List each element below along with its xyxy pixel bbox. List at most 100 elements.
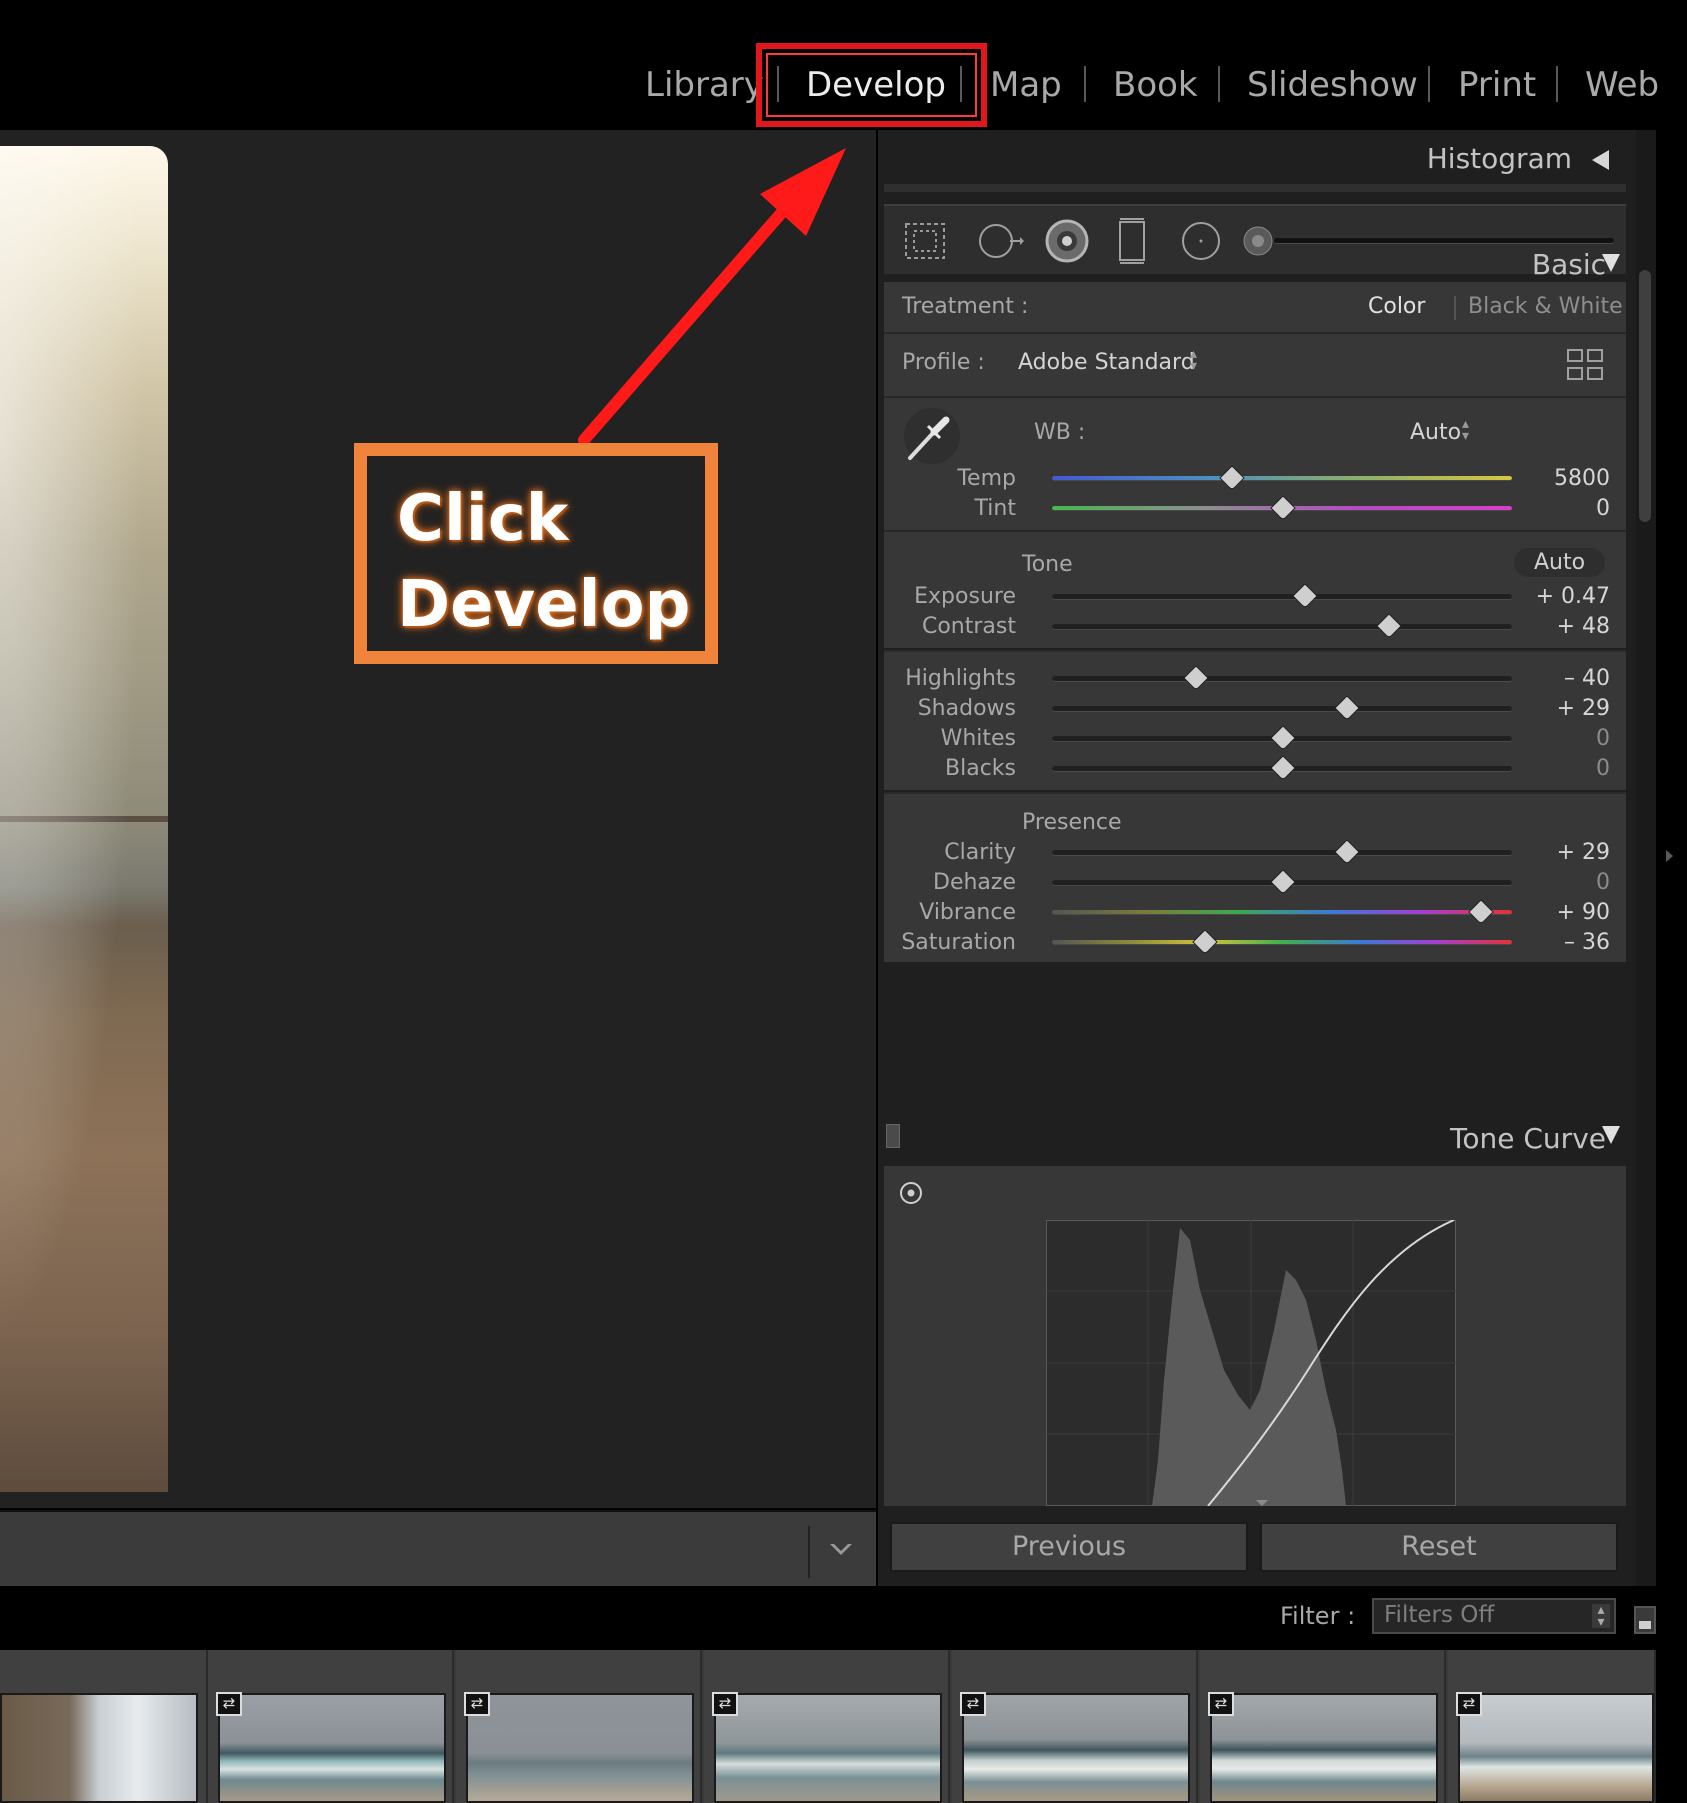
red-eye-icon[interactable] (1042, 216, 1092, 266)
saturation-value[interactable]: – 36 (1510, 930, 1610, 955)
saturation-slider[interactable] (1052, 940, 1512, 945)
highlights-slider[interactable] (1052, 676, 1512, 682)
histogram-header[interactable]: Histogram (1427, 142, 1572, 175)
highlights-slider-thumb[interactable] (1186, 666, 1204, 688)
filmstrip-thumbnail[interactable] (0, 1693, 198, 1803)
whites-slider[interactable] (1052, 736, 1512, 742)
temp-slider[interactable] (1052, 476, 1512, 481)
saturation-slider-thumb[interactable] (1195, 930, 1213, 952)
filter-select[interactable]: Filters Off ▴ ▾ (1372, 1598, 1616, 1634)
tint-slider[interactable] (1052, 506, 1512, 511)
filter-label: Filter : (1280, 1602, 1356, 1630)
filter-lock-switch[interactable] (1634, 1606, 1656, 1634)
filmstrip-thumbnail[interactable] (1458, 1693, 1654, 1803)
basic-expand-icon[interactable] (1602, 254, 1620, 272)
profile-browser-grid-icon[interactable] (1566, 348, 1606, 382)
filmstrip-thumbnail[interactable] (1210, 1693, 1438, 1803)
wb-label: WB : (1034, 420, 1086, 445)
filmstrip-cell[interactable]: ⇄ (952, 1650, 1198, 1803)
wb-select[interactable]: Auto (1410, 420, 1461, 445)
tone-curve-enable-switch[interactable] (886, 1124, 900, 1148)
radial-filter-icon[interactable] (1176, 216, 1226, 266)
filmstrip-cell[interactable]: ⇄ (456, 1650, 702, 1803)
treatment-bw-option[interactable]: Black & White (1468, 294, 1623, 319)
filmstrip-cell[interactable]: ⇄ (1448, 1650, 1656, 1803)
filmstrip-cell[interactable]: ⇄ (208, 1650, 454, 1803)
profile-stepper-icon[interactable]: ▴ ▾ (1190, 347, 1197, 373)
shadows-value[interactable]: + 29 (1510, 696, 1610, 721)
reset-button[interactable]: Reset (1260, 1522, 1618, 1572)
blacks-slider-thumb[interactable] (1273, 756, 1291, 778)
targeted-adjustment-icon[interactable] (898, 1180, 924, 1206)
filmstrip-thumbnail[interactable] (466, 1693, 694, 1803)
whites-value[interactable]: 0 (1510, 726, 1610, 751)
profile-select[interactable]: Adobe Standard (1018, 350, 1195, 375)
module-slideshow[interactable]: Slideshow (1247, 62, 1418, 108)
exposure-slider[interactable] (1052, 594, 1512, 600)
shadows-slider[interactable] (1052, 706, 1512, 712)
tint-value[interactable]: 0 (1510, 496, 1610, 521)
filmstrip-thumbnail[interactable] (962, 1693, 1190, 1803)
filmstrip-cell[interactable] (0, 1650, 208, 1803)
blacks-value[interactable]: 0 (1510, 756, 1610, 781)
exposure-label: Exposure (914, 584, 1016, 609)
brush-size-track[interactable] (1274, 238, 1614, 244)
contrast-slider[interactable] (1052, 624, 1512, 630)
filmstrip-thumbnail[interactable] (714, 1693, 942, 1803)
tone-curve-expand-icon[interactable] (1602, 1126, 1620, 1144)
clarity-value[interactable]: + 29 (1510, 840, 1610, 865)
whites-slider-thumb[interactable] (1273, 726, 1291, 748)
panel-resize-handle-icon[interactable] (1256, 1500, 1268, 1506)
temp-label: Temp (957, 466, 1016, 491)
exposure-value[interactable]: + 0.47 (1510, 584, 1610, 609)
dehaze-slider[interactable] (1052, 880, 1512, 886)
filmstrip-cell[interactable]: ⇄ (1200, 1650, 1446, 1803)
right-panel-toggle-icon[interactable] (1666, 850, 1673, 862)
crop-overlay-icon[interactable] (900, 216, 950, 266)
temp-slider-thumb[interactable] (1222, 466, 1240, 488)
shadows-slider-thumb[interactable] (1337, 696, 1355, 718)
wb-stepper-icon[interactable]: ▴ ▾ (1462, 417, 1469, 443)
temp-value[interactable]: 5800 (1510, 466, 1610, 491)
module-map[interactable]: Map (990, 62, 1062, 108)
toolbar-options-dropdown-icon[interactable] (828, 1534, 856, 1564)
spot-removal-icon[interactable] (974, 216, 1024, 266)
tone-auto-button[interactable]: Auto (1514, 548, 1606, 577)
canvas-toolbar (0, 1510, 876, 1586)
tone-detail-section: Highlights – 40 Shadows + 29 Whites 0 Bl… (884, 650, 1626, 790)
tone-curve-graph[interactable] (1046, 1220, 1456, 1506)
blacks-label: Blacks (945, 756, 1016, 781)
blacks-slider[interactable] (1052, 766, 1512, 772)
module-web[interactable]: Web (1585, 62, 1659, 108)
graduated-filter-icon[interactable] (1108, 216, 1158, 266)
module-library[interactable]: Library (645, 62, 764, 108)
filmstrip-thumbnail[interactable] (218, 1693, 446, 1803)
contrast-slider-thumb[interactable] (1379, 614, 1397, 636)
previous-button[interactable]: Previous (890, 1522, 1248, 1572)
wb-eyedropper-icon[interactable] (902, 406, 962, 466)
basic-header[interactable]: Basic (1532, 248, 1606, 281)
dehaze-value[interactable]: 0 (1510, 870, 1610, 895)
highlights-value[interactable]: – 40 (1510, 666, 1610, 691)
tint-label: Tint (974, 496, 1016, 521)
tone-curve-header[interactable]: Tone Curve (1450, 1122, 1606, 1155)
vibrance-slider[interactable] (1052, 910, 1512, 915)
module-print[interactable]: Print (1458, 62, 1536, 108)
tone-section: Tone Auto Exposure + 0.47 Contrast + 48 (884, 532, 1626, 648)
dehaze-slider-thumb[interactable] (1273, 870, 1291, 892)
histogram-collapsed-bar (884, 184, 1626, 192)
contrast-value[interactable]: + 48 (1510, 614, 1610, 639)
vibrance-slider-thumb[interactable] (1471, 900, 1489, 922)
exposure-slider-thumb[interactable] (1295, 584, 1313, 606)
clarity-slider-thumb[interactable] (1337, 840, 1355, 862)
tint-slider-thumb[interactable] (1273, 496, 1291, 518)
module-book[interactable]: Book (1113, 62, 1198, 108)
vibrance-value[interactable]: + 90 (1510, 900, 1610, 925)
right-panel-scroll-thumb[interactable] (1639, 270, 1651, 522)
histogram-collapse-icon[interactable] (1592, 150, 1609, 170)
clarity-slider[interactable] (1052, 850, 1512, 856)
filmstrip-cell[interactable]: ⇄ (704, 1650, 950, 1803)
treatment-color-option[interactable]: Color (1368, 294, 1425, 319)
virtual-copy-badge-icon: ⇄ (1456, 1692, 1482, 1716)
filmstrip-edge (1656, 1650, 1687, 1803)
